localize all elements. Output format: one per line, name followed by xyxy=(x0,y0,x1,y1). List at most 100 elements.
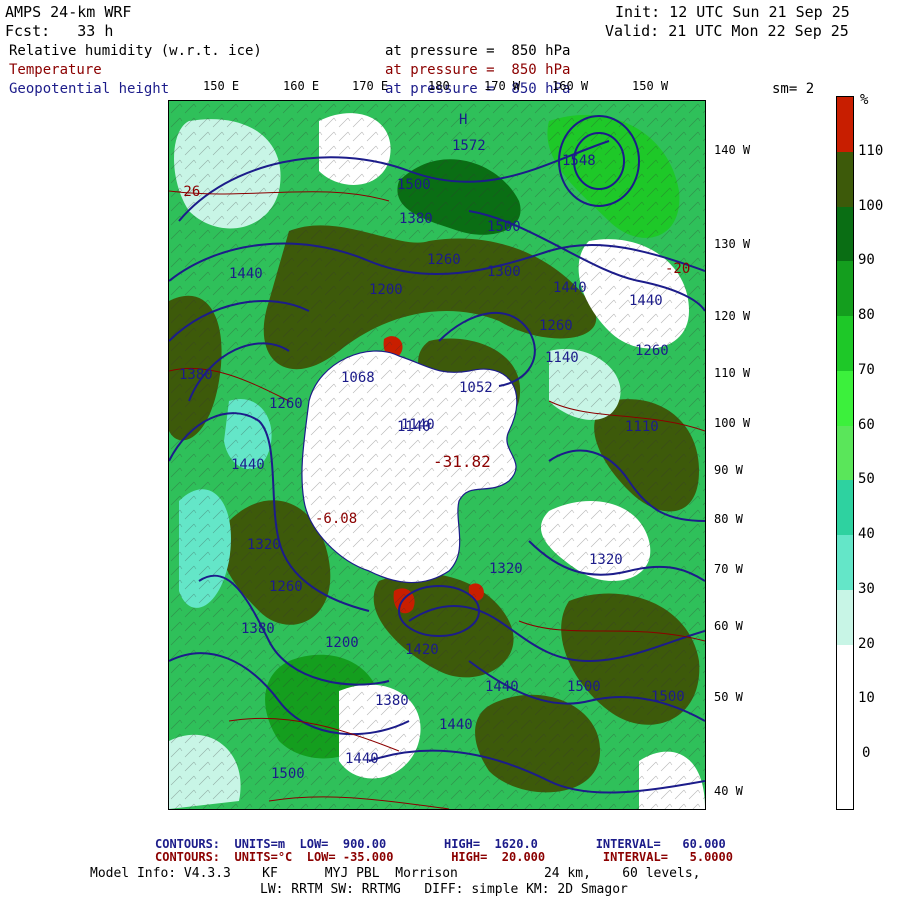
height-contour-info: CONTOURS: UNITS=m LOW= 900.00 HIGH= 1620… xyxy=(155,837,726,851)
temp-contour-info: CONTOURS: UNITS=°C LOW= -35.000 HIGH= 20… xyxy=(155,850,733,864)
height-label: 1260 xyxy=(427,252,461,268)
lat-label: 140 W xyxy=(714,143,751,157)
height-label: 1380 xyxy=(241,621,275,637)
colorbar-segment xyxy=(837,151,853,207)
height-label: 1572 xyxy=(452,138,486,154)
colorbar-tick-label: 0 xyxy=(862,745,871,762)
lat-label: 80 W xyxy=(714,512,743,526)
colorbar-tick-label: 90 xyxy=(858,252,875,269)
smoothing-label: sm= 2 xyxy=(772,81,815,97)
lon-label: 150 E xyxy=(203,79,240,93)
height-label: 1500 xyxy=(487,219,521,235)
height-label: 1140 xyxy=(545,350,579,366)
height-label: 1500 xyxy=(651,689,685,705)
colorbar-segment xyxy=(837,316,853,371)
height-label: 1440 xyxy=(231,457,265,473)
colorbar xyxy=(836,96,854,810)
colorbar-tick-label: 10 xyxy=(858,690,875,707)
height-label: 1110 xyxy=(625,419,659,435)
colorbar-segment xyxy=(837,206,853,262)
lon-label: 150 W xyxy=(632,79,669,93)
colorbar-segment xyxy=(837,261,853,317)
colorbar-segment xyxy=(837,370,853,426)
colorbar-segment xyxy=(837,425,853,481)
model-title: AMPS 24-km WRF xyxy=(5,3,132,21)
lon-label: 170 E xyxy=(352,79,389,93)
temp-label: -31.82 xyxy=(433,452,491,471)
lat-label: 110 W xyxy=(714,366,751,380)
height-label: 1320 xyxy=(489,561,523,577)
field-height-level: at pressure = 850 hPa xyxy=(385,81,571,97)
height-label: 1068 xyxy=(341,370,375,386)
colorbar-segment xyxy=(837,644,853,700)
height-label: 1260 xyxy=(635,343,669,359)
colorbar-tick-label: 20 xyxy=(858,635,875,652)
height-label: 1500 xyxy=(397,177,431,193)
colorbar-segment xyxy=(837,699,853,755)
colorbar-tick-label: 110 xyxy=(858,142,884,159)
height-label: 1320 xyxy=(589,552,623,568)
height-label: 1260 xyxy=(539,318,573,334)
colorbar-segment xyxy=(837,754,853,809)
lon-label: 160 E xyxy=(283,79,320,93)
height-label: 1548 xyxy=(562,153,596,169)
field-temp-name: Temperature xyxy=(9,62,102,78)
lat-label: 50 W xyxy=(714,690,743,704)
lon-label: 170 W xyxy=(484,79,521,93)
colorbar-tick-label: 40 xyxy=(858,526,875,543)
height-label: 1440 xyxy=(229,266,263,282)
height-label: 1320 xyxy=(247,537,281,553)
height-label: 1300 xyxy=(487,264,521,280)
colorbar-segment xyxy=(837,480,853,536)
height-label: 1440 xyxy=(485,679,519,695)
height-label: 1440 xyxy=(553,280,587,296)
temp-label: -6.08 xyxy=(315,511,357,527)
height-label: 1140 xyxy=(397,419,431,435)
lat-label: 40 W xyxy=(714,784,743,798)
height-label: 1260 xyxy=(269,396,303,412)
field-temp-level: at pressure = 850 hPa xyxy=(385,62,571,78)
lat-label: 60 W xyxy=(714,619,743,633)
lat-label: 120 W xyxy=(714,309,751,323)
map-canvas: H 1572 1548 1500 1380 1500 1440 1200 126… xyxy=(169,101,705,809)
colorbar-tick-label: 60 xyxy=(858,416,875,433)
height-label: 1440 xyxy=(345,751,379,767)
model-info-physics: LW: RRTM SW: RRTMG DIFF: simple KM: 2D S… xyxy=(260,882,628,897)
height-label: 1440 xyxy=(629,293,663,309)
height-label: 1200 xyxy=(325,635,359,651)
colorbar-segment xyxy=(837,97,853,152)
forecast-hour: Fcst: 33 h xyxy=(5,22,114,40)
height-label: 1260 xyxy=(269,579,303,595)
temp-label: -26 xyxy=(175,184,200,200)
lat-label: 90 W xyxy=(714,463,743,477)
field-height-name: Geopotential height xyxy=(9,81,170,97)
lon-label: 180 xyxy=(428,79,450,93)
height-label: 1420 xyxy=(405,642,439,658)
colorbar-tick-label: 70 xyxy=(858,361,875,378)
colorbar-tick-label: 50 xyxy=(858,471,875,488)
colorbar-unit: % xyxy=(860,92,869,108)
lat-label: 130 W xyxy=(714,237,751,251)
field-rh-level: at pressure = 850 hPa xyxy=(385,43,571,59)
height-label: 1500 xyxy=(567,679,601,695)
colorbar-tick-label: 100 xyxy=(858,197,884,214)
field-rh-name: Relative humidity (w.r.t. ice) xyxy=(9,43,262,59)
height-label: 1380 xyxy=(179,367,213,383)
init-time: Init: 12 UTC Sun 21 Sep 25 xyxy=(615,3,850,21)
lon-label: 160 W xyxy=(552,79,589,93)
temp-label: -20 xyxy=(665,261,690,277)
colorbar-segment xyxy=(837,589,853,645)
height-label: 1500 xyxy=(271,766,305,782)
hl-marker: H xyxy=(459,112,467,128)
colorbar-segment xyxy=(837,535,853,590)
height-label: 1440 xyxy=(439,717,473,733)
lat-label: 70 W xyxy=(714,562,743,576)
height-label: 1380 xyxy=(399,211,433,227)
height-label: 1380 xyxy=(375,693,409,709)
lat-label: 100 W xyxy=(714,416,751,430)
valid-time: Valid: 21 UTC Mon 22 Sep 25 xyxy=(605,22,849,40)
height-label: 1052 xyxy=(459,380,493,396)
model-info: Model Info: V4.3.3 KF MYJ PBL Morrison 2… xyxy=(90,866,701,881)
colorbar-tick-label: 80 xyxy=(858,307,875,324)
height-label: 1200 xyxy=(369,282,403,298)
